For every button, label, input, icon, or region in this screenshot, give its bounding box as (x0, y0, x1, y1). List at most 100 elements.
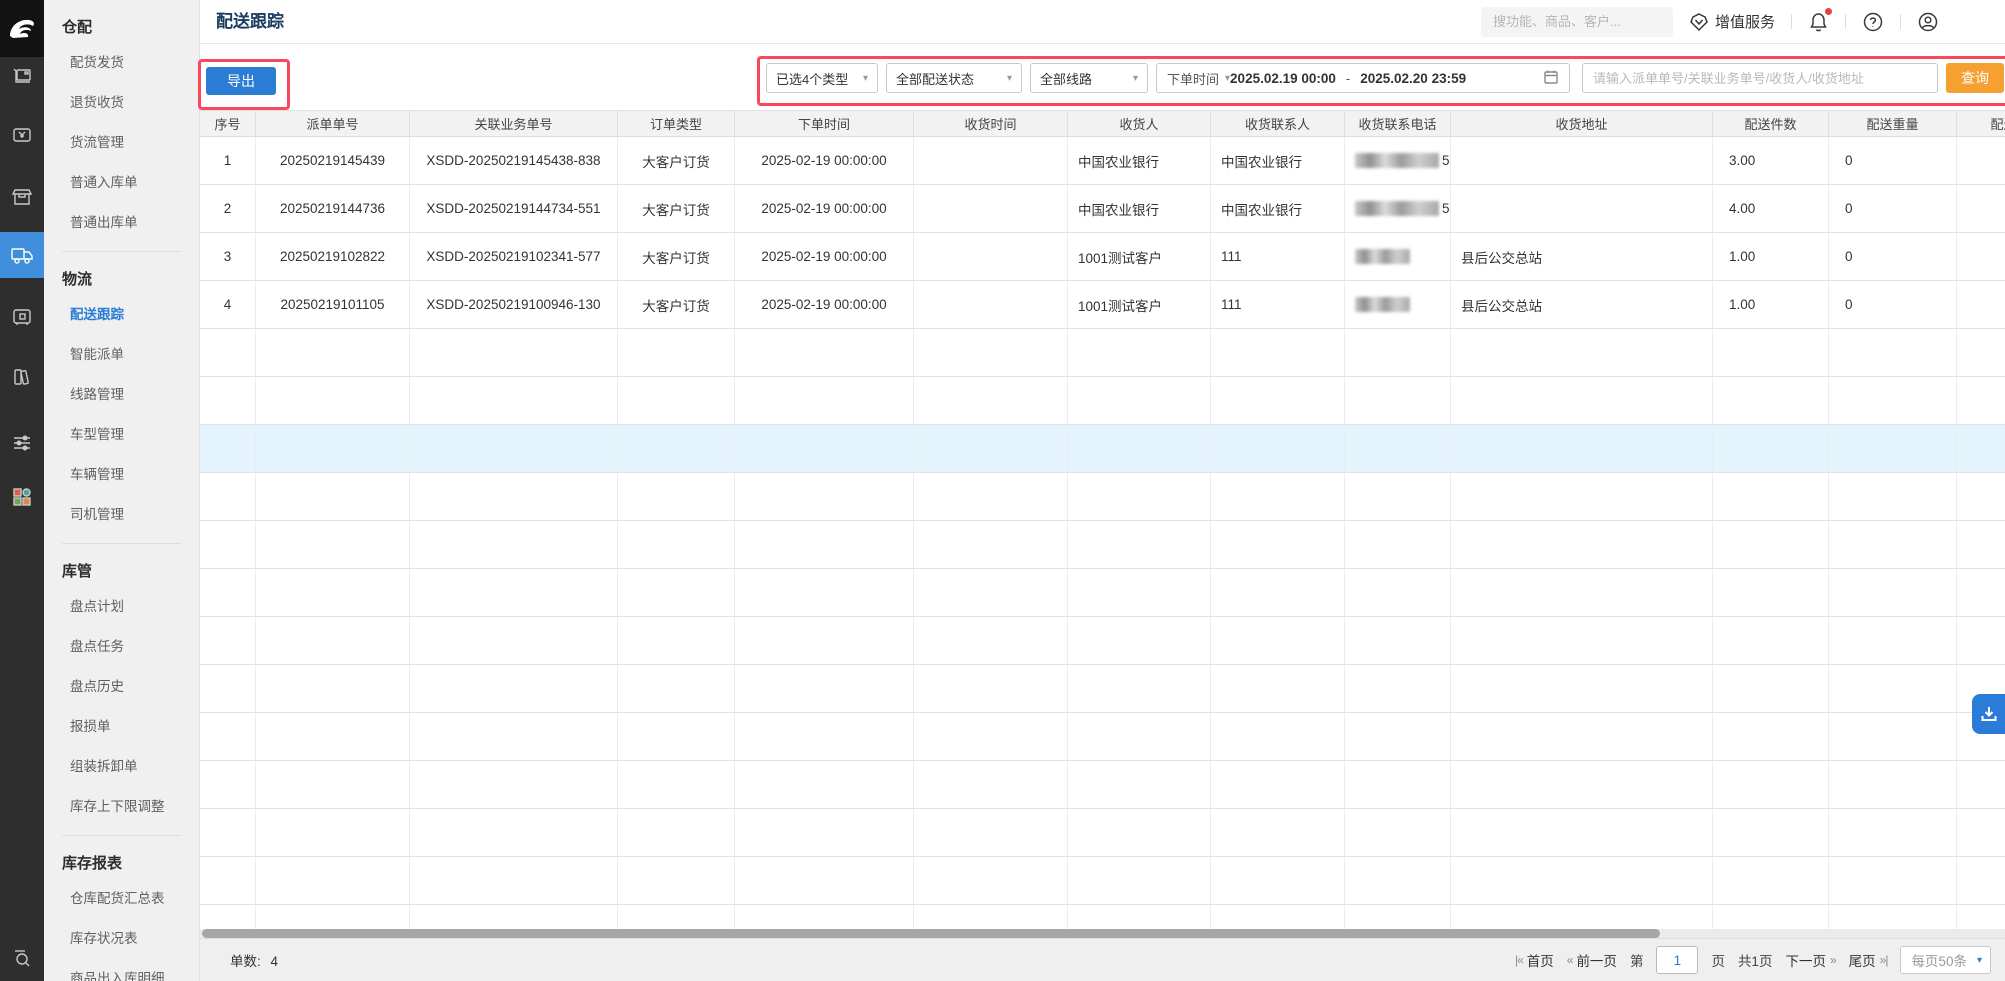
table-row[interactable] (200, 809, 2005, 857)
cell-seq (200, 377, 256, 425)
table-row[interactable] (200, 473, 2005, 521)
column-header: 收货联系电话 (1345, 110, 1451, 137)
column-header: 收货地址 (1451, 110, 1713, 137)
order-search-input[interactable] (1582, 63, 1938, 93)
sidebar-item[interactable]: 智能派单 (70, 333, 199, 373)
user-icon (1917, 11, 1939, 33)
sidebar-item[interactable]: 配货发货 (70, 41, 199, 81)
cell-dispatch_no (256, 377, 410, 425)
apps-icon[interactable] (0, 474, 44, 520)
cell-weight (1829, 665, 1957, 713)
table-row[interactable] (200, 905, 2005, 930)
cell-address (1451, 809, 1713, 857)
global-search-box[interactable] (1481, 7, 1673, 37)
table-row[interactable]: 420250219101105XSDD-20250219100946-130大客… (200, 281, 2005, 329)
cell-receiver (1068, 329, 1211, 377)
cell-receive_time (914, 377, 1068, 425)
cell-order_time: 2025-02-19 00:00:00 (735, 233, 914, 281)
sidebar-item[interactable]: 库存状况表 (70, 917, 199, 957)
cell-weight (1829, 377, 1957, 425)
export-button[interactable]: 导出 (206, 67, 276, 95)
sidebar-item[interactable]: 车辆管理 (70, 453, 199, 493)
cell-qty: 1.00 (1713, 233, 1829, 281)
cell-order_time (735, 521, 914, 569)
value-added-services[interactable]: 增值服务 (1689, 11, 1775, 32)
truck-icon[interactable] (0, 232, 44, 278)
table-row[interactable] (200, 425, 2005, 473)
ledger-icon[interactable] (0, 354, 44, 400)
table-row[interactable] (200, 521, 2005, 569)
sidebar-item[interactable]: 盘点历史 (70, 665, 199, 705)
sidebar-item[interactable]: 盘点计划 (70, 585, 199, 625)
trolley-icon[interactable] (0, 54, 44, 100)
sidebar-item[interactable]: 报损单 (70, 705, 199, 745)
package-icon[interactable] (0, 174, 44, 220)
date-from[interactable]: 2025.02.19 00:00 (1230, 71, 1336, 86)
table-row[interactable]: 220250219144736XSDD-20250219144734-551大客… (200, 185, 2005, 233)
sliders-icon[interactable] (0, 420, 44, 466)
sidebar-item[interactable]: 司机管理 (70, 493, 199, 533)
cell-contact (1211, 665, 1345, 713)
route-filter[interactable]: 全部线路 ▾ (1030, 63, 1148, 93)
notifications-bell[interactable] (1808, 11, 1829, 33)
safe-icon[interactable] (0, 294, 44, 340)
pagination-first[interactable]: |« 首页 (1515, 950, 1554, 970)
sidebar-item[interactable]: 退货收货 (70, 81, 199, 121)
order-type-filter[interactable]: 已选4个类型 ▾ (766, 63, 878, 93)
cell-contact: 中国农业银行 (1211, 137, 1345, 185)
scrollbar-thumb[interactable] (202, 929, 1660, 938)
page-size-select[interactable]: 每页50条 ▾ (1900, 946, 1991, 974)
cell-qty (1713, 377, 1829, 425)
table-row[interactable]: 320250219102822XSDD-20250219102341-577大客… (200, 233, 2005, 281)
table-row[interactable]: 120250219145439XSDD-20250219145438-838大客… (200, 137, 2005, 185)
page-title: 配送跟踪 (216, 0, 284, 43)
cell-order_time (735, 617, 914, 665)
sidebar-item[interactable]: 车型管理 (70, 413, 199, 453)
delivery-status-filter[interactable]: 全部配送状态 ▾ (886, 63, 1022, 93)
table-row[interactable] (200, 377, 2005, 425)
cell-dispatch_no (256, 329, 410, 377)
sidebar-item[interactable]: 普通出库单 (70, 201, 199, 241)
floating-download-button[interactable] (1972, 694, 2005, 734)
date-type-label[interactable]: 下单时间 (1167, 69, 1219, 88)
sidebar-item[interactable]: 商品出入库明细 (70, 957, 199, 981)
date-range-picker[interactable]: 下单时间 ▾ 2025.02.19 00:00 - 2025.02.20 23:… (1156, 63, 1570, 93)
user-menu[interactable] (1917, 11, 1939, 33)
table-row[interactable] (200, 329, 2005, 377)
cell-qty (1713, 857, 1829, 905)
cell-weight (1829, 473, 1957, 521)
pagination-prev[interactable]: « 前一页 (1567, 950, 1617, 970)
cell-address (1451, 905, 1713, 930)
table-row[interactable] (200, 665, 2005, 713)
table-row[interactable] (200, 617, 2005, 665)
sidebar-item[interactable]: 库存上下限调整 (70, 785, 199, 825)
sidebar-item[interactable]: 配送跟踪 (70, 293, 199, 333)
table-row[interactable] (200, 761, 2005, 809)
sidebar-item[interactable]: 组装拆卸单 (70, 745, 199, 785)
sidebar-item[interactable]: 盘点任务 (70, 625, 199, 665)
search-icon[interactable] (0, 934, 44, 980)
vas-badge-icon (1689, 12, 1709, 32)
help-button[interactable] (1862, 11, 1884, 33)
global-search-input[interactable] (1491, 13, 1671, 30)
query-button[interactable]: 查询 (1946, 63, 2004, 93)
table-row[interactable] (200, 857, 2005, 905)
table-row[interactable] (200, 569, 2005, 617)
horizontal-scrollbar[interactable] (200, 929, 2005, 938)
page-number-input[interactable] (1656, 946, 1698, 974)
pagination-last[interactable]: 尾页 »| (1849, 950, 1888, 970)
pagination-next[interactable]: 下一页 » (1785, 950, 1835, 970)
cell-address (1451, 617, 1713, 665)
cash-icon[interactable] (0, 112, 44, 158)
sidebar-item[interactable]: 线路管理 (70, 373, 199, 413)
date-to[interactable]: 2025.02.20 23:59 (1360, 71, 1466, 86)
cell-contact (1211, 857, 1345, 905)
app-logo[interactable] (0, 0, 44, 57)
sidebar-item[interactable]: 普通入库单 (70, 161, 199, 201)
cell-seq (200, 521, 256, 569)
sidebar-menu: 仓配配货发货退货收货货流管理普通入库单普通出库单物流配送跟踪智能派单线路管理车型… (44, 16, 199, 981)
sidebar-item[interactable]: 货流管理 (70, 121, 199, 161)
sidebar-section-title: 仓配 (62, 16, 199, 37)
table-row[interactable] (200, 713, 2005, 761)
sidebar-item[interactable]: 仓库配货汇总表 (70, 877, 199, 917)
